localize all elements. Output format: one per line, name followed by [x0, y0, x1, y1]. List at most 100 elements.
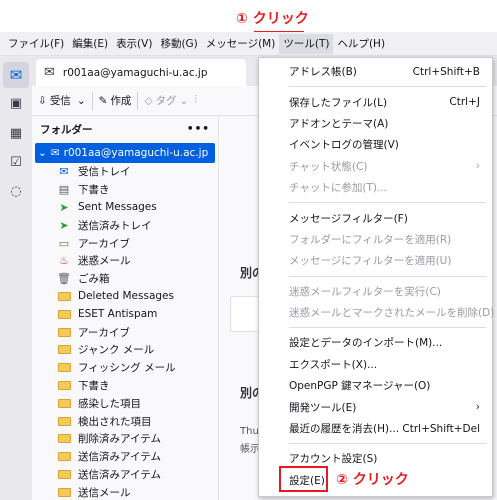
menubar-item[interactable]: ヘルプ(H) — [333, 34, 389, 54]
sent-icon: ➤ — [59, 218, 69, 232]
folder-icon — [57, 343, 71, 356]
menubar-item[interactable]: ファイル(F) — [4, 34, 68, 54]
sent-icon: ➤ — [59, 200, 69, 214]
tools-menu-item[interactable]: エクスポート(X)... — [259, 354, 492, 375]
folder-item[interactable]: 🗑 ごみ箱 — [32, 270, 218, 288]
folder-label: フィッシング メール — [78, 362, 176, 375]
calendar-icon[interactable]: ▦ — [8, 126, 24, 142]
filter-button[interactable]: ⫶ — [194, 94, 197, 107]
folder-item[interactable]: ♨ 迷惑メール — [32, 252, 218, 270]
tools-menu-item: フォルダーにフィルターを適用(R) — [259, 229, 492, 250]
menu-item-shortcut: Ctrl+J — [449, 96, 480, 109]
menu-item-label: 最近の履歴を消去(H)... — [289, 423, 400, 436]
folder-item[interactable]: ➤ 送信済みトレイ — [32, 216, 218, 234]
tools-menu-item: 迷惑メールフィルターを実行(C) — [259, 281, 492, 302]
folder-label: 受信トレイ — [78, 166, 131, 179]
folder-label: 削除済みアイテム — [78, 433, 161, 446]
menu-item-label: イベントログの管理(V) — [289, 139, 399, 152]
tools-menu-item[interactable]: 保存したファイル(L) Ctrl+J — [259, 91, 492, 112]
step1-annotation: ① クリック — [236, 11, 309, 27]
folder-icon — [57, 379, 71, 392]
mail-folder-icon: ✉ — [44, 65, 55, 80]
chevron-down-icon: ⌄ — [76, 94, 86, 107]
receive-dropdown[interactable]: ⌄ — [77, 95, 86, 107]
step2-annotation: ② クリック — [336, 472, 409, 488]
menu-item-label: チャット状態(C) — [289, 160, 368, 173]
drafts-icon: ▤ — [58, 183, 70, 197]
menu-item-label: OpenPGP 鍵マネージャー(O) — [289, 380, 431, 393]
menubar-item[interactable]: メッセージ(M) — [202, 34, 280, 54]
folder-item[interactable]: 送信済みアイテム — [32, 448, 218, 466]
folder-item[interactable]: 削除済みアイテム — [32, 430, 218, 448]
tools-menu: アドレス帳(B) Ctrl+Shift+B 保存したファイル(L) Ctrl+J アドオ… — [258, 57, 494, 497]
archive-icon: ▭ — [58, 236, 70, 250]
folder-item[interactable]: 感染した項目 — [32, 394, 218, 412]
menu-separator — [289, 443, 486, 445]
chevron-down-icon: ⌄ — [38, 147, 47, 159]
address-book-icon[interactable]: ▣ — [8, 96, 24, 112]
receive-button[interactable]: ⇩ 受信 — [38, 93, 71, 108]
folder-item[interactable]: Deleted Messages — [32, 288, 218, 306]
folder-item[interactable]: 送信済みアイテム — [32, 466, 218, 484]
folder-icon — [57, 326, 71, 339]
compose-button[interactable]: ✎ 作成 — [99, 93, 132, 108]
tools-menu-item[interactable]: 最近の履歴を消去(H)... Ctrl+Shift+Del — [259, 418, 492, 439]
message-area-small: Thu — [240, 426, 259, 437]
account-row[interactable]: ⌄ ✉ r001aa@yamaguchi-u.ac.jp — [35, 143, 215, 163]
tools-menu-item[interactable]: 設定とデータのインポート(M)... — [259, 332, 492, 353]
folder-icon — [57, 290, 71, 303]
folder-item[interactable]: 検出された項目 — [32, 412, 218, 430]
tools-menu-item: チャット状態(C) › — [259, 156, 492, 177]
spaces-toolbar: ✉ ▣ ▦ ☑ ◌ — [0, 56, 32, 500]
folder-item[interactable]: 送信メール — [32, 483, 218, 500]
menu-item-label: フォルダーにフィルターを適用(R) — [289, 233, 452, 246]
folder-item[interactable]: フィッシング メール — [32, 359, 218, 377]
tools-menu-item[interactable]: 開発ツール(E) › — [259, 396, 492, 417]
mail-icon[interactable]: ✉ — [3, 62, 29, 88]
menu-item-label: チャットに参加(T)... — [289, 182, 388, 195]
folder-label: 送信済みトレイ — [78, 219, 152, 232]
menu-item-label: アドオンとテーマ(A) — [289, 117, 389, 130]
folder-item[interactable]: ESET Antispam — [32, 305, 218, 323]
tag-icon: ◇ — [144, 94, 153, 107]
menu-item-label: 保存したファイル(L) — [289, 96, 388, 109]
menubar-item[interactable]: 編集(E) — [68, 34, 112, 54]
menubar-item[interactable]: ツール(T) — [279, 33, 334, 54]
menubar-item[interactable]: 表示(V) — [112, 34, 156, 54]
menu-item-shortcut: Ctrl+Shift+B — [412, 65, 480, 78]
folder-label: Sent Messages — [78, 201, 157, 214]
folder-pane-menu-button[interactable]: ••• — [187, 123, 210, 135]
folder-item[interactable]: ジャンク メール — [32, 341, 218, 359]
folder-pane: フォルダー ••• ⌄ ✉ r001aa@yamaguchi-u.ac.jp ✉… — [32, 116, 219, 500]
folder-icon — [57, 486, 71, 499]
folder-item[interactable]: 下書き — [32, 377, 218, 395]
folder-icon — [57, 308, 71, 321]
tag-button[interactable]: ◇ タグ ⌄ — [144, 93, 188, 108]
folder-label: 感染した項目 — [78, 397, 141, 410]
chat-icon[interactable]: ◌ — [8, 184, 24, 200]
menu-item-shortcut: Ctrl+Shift+Del — [402, 422, 480, 435]
folder-item[interactable]: ➤ Sent Messages — [32, 199, 218, 217]
folder-item[interactable]: ▭ アーカイブ — [32, 234, 218, 252]
menu-item-label: 設定とデータのインポート(M)... — [289, 337, 443, 350]
folder-label: アーカイブ — [78, 237, 130, 250]
folder-label: ごみ箱 — [78, 273, 110, 286]
folder-item[interactable]: ▤ 下書き — [32, 181, 218, 199]
folder-item[interactable]: アーカイブ — [32, 323, 218, 341]
tasks-icon[interactable]: ☑ — [8, 155, 24, 171]
tools-menu-item[interactable]: OpenPGP 鍵マネージャー(O) — [259, 375, 492, 396]
folder-item[interactable]: ✉ 受信トレイ — [32, 163, 218, 181]
tools-menu-item[interactable]: イベントログの管理(V) — [259, 134, 492, 155]
tools-menu-item[interactable]: アドレス帳(B) Ctrl+Shift+B — [259, 61, 492, 82]
folder-label: 送信済みアイテム — [78, 468, 161, 481]
account-label: r001aa@yamaguchi-u.ac.jp — [63, 147, 209, 159]
tab-title: r001aa@yamaguchi-u.ac.jp — [62, 66, 208, 79]
tools-menu-item[interactable]: メッセージフィルター(F) — [259, 207, 492, 228]
inbox-icon: ✉ — [59, 165, 69, 179]
tools-menu-item[interactable]: アドオンとテーマ(A) — [259, 113, 492, 134]
receive-label: 受信 — [49, 95, 71, 107]
folder-label: 下書き — [78, 184, 110, 197]
tab-account[interactable]: ✉ r001aa@yamaguchi-u.ac.jp — [36, 59, 246, 86]
folder-label: 送信メール — [78, 486, 131, 499]
menubar-item[interactable]: 移動(G) — [156, 34, 201, 54]
